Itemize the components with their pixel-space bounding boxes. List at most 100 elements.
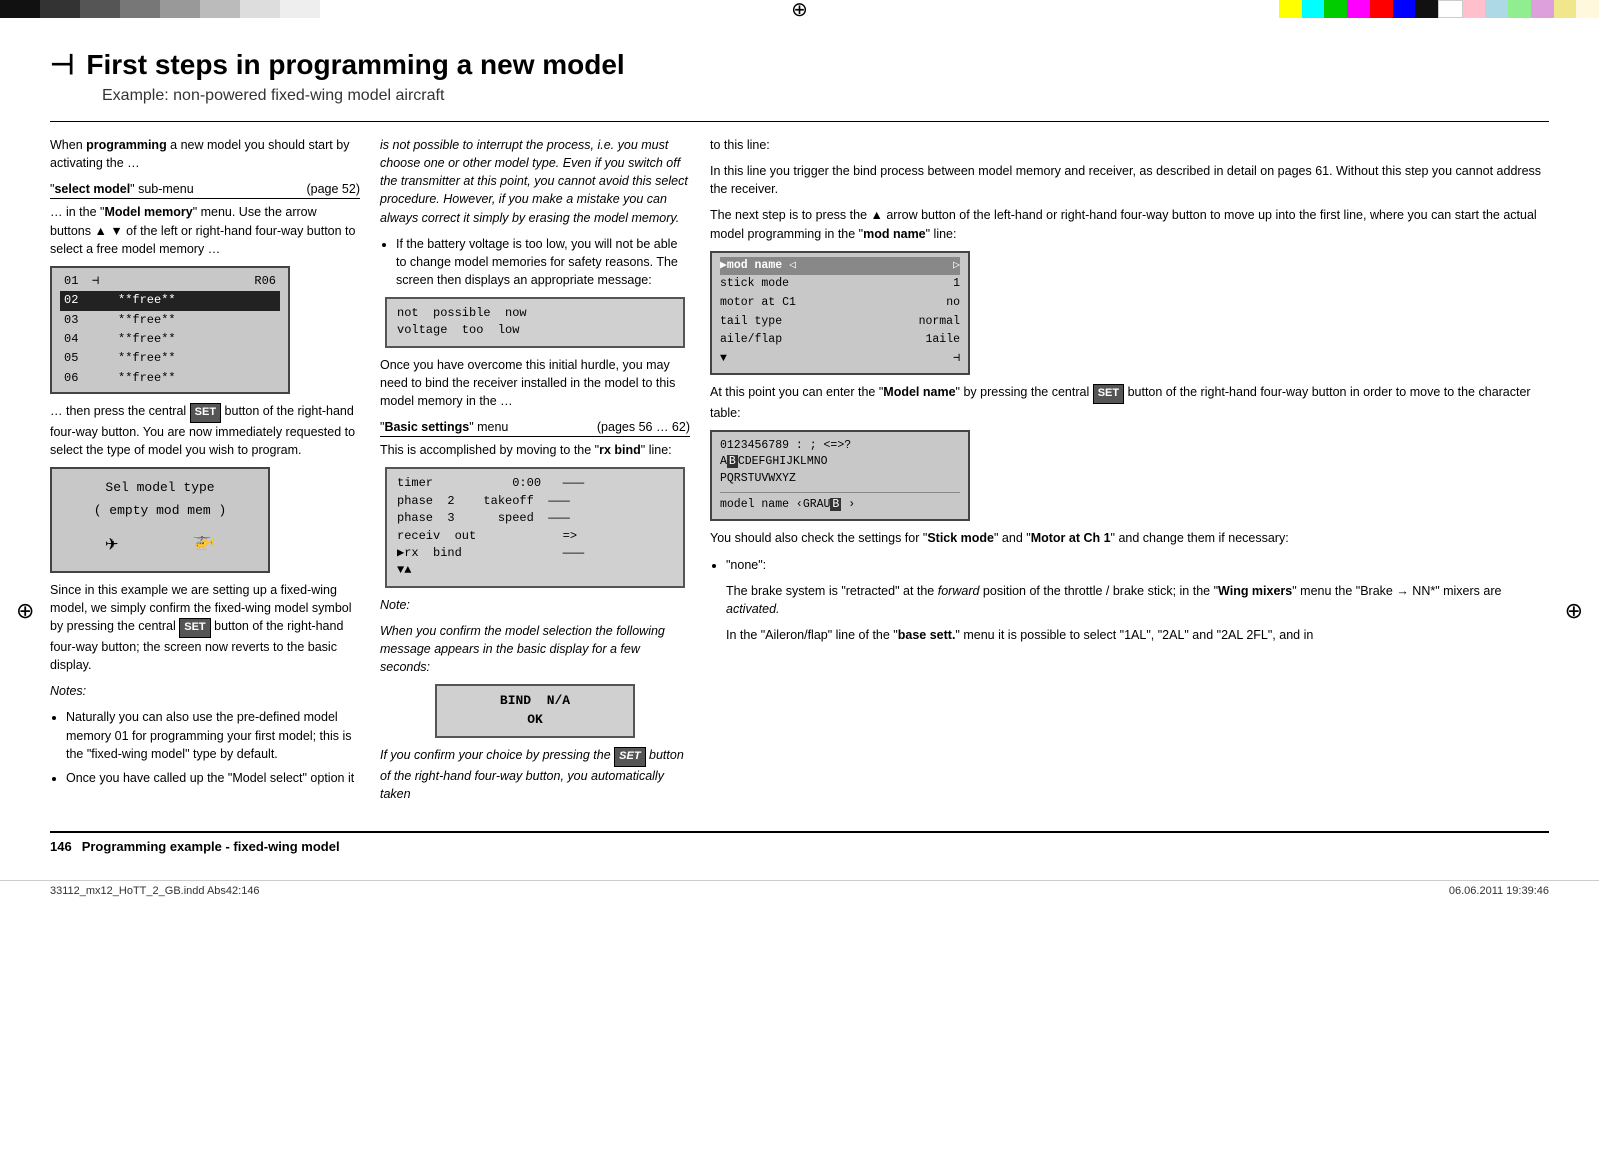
- cbr12: [1531, 0, 1554, 18]
- page-title: First steps in programming a new model: [86, 49, 624, 81]
- cb1: [0, 0, 40, 18]
- char-row-1: 0123456789 : ; <=>?: [720, 438, 960, 455]
- cb5: [160, 0, 200, 18]
- col3-aileron-text: In the "Aileron/flap" line of the "base …: [726, 626, 1549, 644]
- page-footer: 146 Programming example - fixed-wing mod…: [50, 831, 1549, 860]
- cbr6: [1393, 0, 1416, 18]
- col2-bullet-list: If the battery voltage is too low, you w…: [380, 235, 690, 289]
- select-model-label: "select model" sub-menu: [50, 180, 194, 198]
- cbr5: [1370, 0, 1393, 18]
- col2-rx-bind-text: This is accomplished by moving to the "r…: [380, 441, 690, 459]
- col2-continued: is not possible to interrupt the process…: [380, 136, 690, 227]
- col1-intro: When programming a new model you should …: [50, 136, 360, 172]
- col3-bind-process: In this line you trigger the bind proces…: [710, 162, 1549, 198]
- basic-settings-row: "Basic settings" menu (pages 56 … 62): [380, 418, 690, 437]
- cbr1: [1279, 0, 1302, 18]
- cb8: [280, 0, 320, 18]
- crosshair-right: ⊕: [1565, 598, 1583, 624]
- mod-name-row-5: aile/flap1aile: [720, 331, 960, 350]
- cbr3: [1324, 0, 1347, 18]
- color-bars-left: [0, 0, 320, 18]
- bind-screen: BIND N/A OK: [435, 684, 635, 738]
- mod-name-screen: ▶mod name ◁▷ stick mode1 motor at C1no t…: [710, 251, 970, 375]
- airplane-icon: ✈: [105, 529, 118, 561]
- set-badge-2: SET: [179, 618, 210, 638]
- cbr9: [1463, 0, 1486, 18]
- crosshair-left: ⊕: [16, 598, 34, 624]
- column-1: When programming a new model you should …: [50, 136, 360, 811]
- color-bars-right: [1279, 0, 1599, 18]
- col3-brake-text: The brake system is "retracted" at the f…: [726, 582, 1549, 618]
- rx-bind-screen: timer 0:00 ——— phase 2 takeoff ——— phase…: [385, 467, 685, 587]
- col3-model-name-text: At this point you can enter the "Model n…: [710, 383, 1549, 422]
- cbr11: [1508, 0, 1531, 18]
- char-row-2: ABCDEFGHIJKLMNO: [720, 454, 960, 471]
- basic-settings-page: (pages 56 … 62): [597, 418, 690, 436]
- mem-row-4: 04**free**: [60, 330, 280, 349]
- sel-model-line2: ( empty mod mem ): [68, 502, 252, 521]
- select-model-menu-row: "select model" sub-menu (page 52): [50, 180, 360, 199]
- column-3: to this line: In this line you trigger t…: [710, 136, 1549, 811]
- cb4: [120, 0, 160, 18]
- cbr13: [1554, 0, 1577, 18]
- mod-name-row-4: tail typenormal: [720, 313, 960, 332]
- page-subtitle: Example: non-powered fixed-wing model ai…: [50, 87, 1549, 105]
- voltage-screen: not possible now voltage too low: [385, 297, 685, 348]
- cbr8: [1438, 0, 1463, 18]
- footer-page-num: 146: [50, 839, 72, 854]
- cbr7: [1415, 0, 1438, 18]
- sel-model-box: Sel model type ( empty mod mem ) ✈ 🚁: [50, 467, 270, 573]
- mem-row-1: 01⊣R06: [60, 272, 280, 291]
- col2-overcome-text: Once you have overcome this initial hurd…: [380, 356, 690, 410]
- char-sep: [720, 492, 960, 493]
- cb3: [80, 0, 120, 18]
- select-model-page: (page 52): [306, 180, 360, 198]
- col3-bullet-list: "none": The brake system is "retracted" …: [710, 556, 1549, 645]
- col1-model-memory-text: … in the "Model memory" menu. Use the ar…: [50, 203, 360, 257]
- content-columns: When programming a new model you should …: [50, 121, 1549, 811]
- sel-model-icons: ✈ 🚁: [68, 529, 252, 561]
- bottom-bar: 33112_mx12_HoTT_2_GB.indd Abs42:146 06.0…: [0, 880, 1599, 901]
- col3-stick-mode-text: You should also check the settings for "…: [710, 529, 1549, 547]
- cbr10: [1485, 0, 1508, 18]
- col3-to-this-line: to this line:: [710, 136, 1549, 154]
- col3-next-step: The next step is to press the ▲ arrow bu…: [710, 206, 1549, 242]
- footer-text: Programming example - fixed-wing model: [82, 839, 340, 854]
- note-heading: Note:: [380, 598, 410, 612]
- set-badge-3: SET: [614, 747, 645, 767]
- mem-row-6: 06**free**: [60, 369, 280, 388]
- model-memory-screen: 01⊣R06 02**free** 03**free** 04**free** …: [50, 266, 290, 394]
- col1-press-set-text: … then press the central SET button of t…: [50, 402, 360, 459]
- mod-name-row-2: stick mode1: [720, 275, 960, 294]
- crosshair-top: ⊕: [320, 0, 1279, 18]
- top-color-bars: ⊕: [0, 0, 1599, 18]
- note-item-1: Naturally you can also use the pre-defin…: [66, 708, 360, 762]
- mod-name-row-3: motor at C1no: [720, 294, 960, 313]
- cb6: [200, 0, 240, 18]
- mem-row-2: 02**free**: [60, 291, 280, 310]
- col2-confirm-text: If you confirm your choice by pressing t…: [380, 746, 690, 803]
- bottom-bar-right: 06.06.2011 19:39:46: [1449, 885, 1549, 897]
- set-badge-1: SET: [190, 403, 221, 423]
- notes-list: Naturally you can also use the pre-defin…: [50, 708, 360, 787]
- note-item-2: Once you have called up the "Model selec…: [66, 769, 360, 787]
- notes-heading: Notes:: [50, 684, 86, 698]
- mem-row-3: 03**free**: [60, 311, 280, 330]
- col3-none-item: "none": The brake system is "retracted" …: [726, 556, 1549, 645]
- set-badge-4: SET: [1093, 384, 1124, 404]
- page-container: ⊕ ⊕ ⊣ First steps in programming a new m…: [0, 18, 1599, 880]
- col2-voltage-item: If the battery voltage is too low, you w…: [396, 235, 690, 289]
- char-row-model-name: model name ‹GRAUB ›: [720, 497, 960, 514]
- bottom-bar-left: 33112_mx12_HoTT_2_GB.indd Abs42:146: [50, 885, 260, 897]
- cb2: [40, 0, 80, 18]
- mod-name-row-6: ▼⊣: [720, 350, 960, 369]
- cbr14: [1576, 0, 1599, 18]
- cbr4: [1347, 0, 1370, 18]
- page-header: ⊣ First steps in programming a new model: [50, 48, 1549, 81]
- col1-fixed-wing-text: Since in this example we are setting up …: [50, 581, 360, 674]
- cbr2: [1302, 0, 1325, 18]
- column-2: is not possible to interrupt the process…: [380, 136, 690, 811]
- sel-model-line1: Sel model type: [68, 479, 252, 498]
- helicopter-icon: 🚁: [192, 529, 214, 561]
- cb7: [240, 0, 280, 18]
